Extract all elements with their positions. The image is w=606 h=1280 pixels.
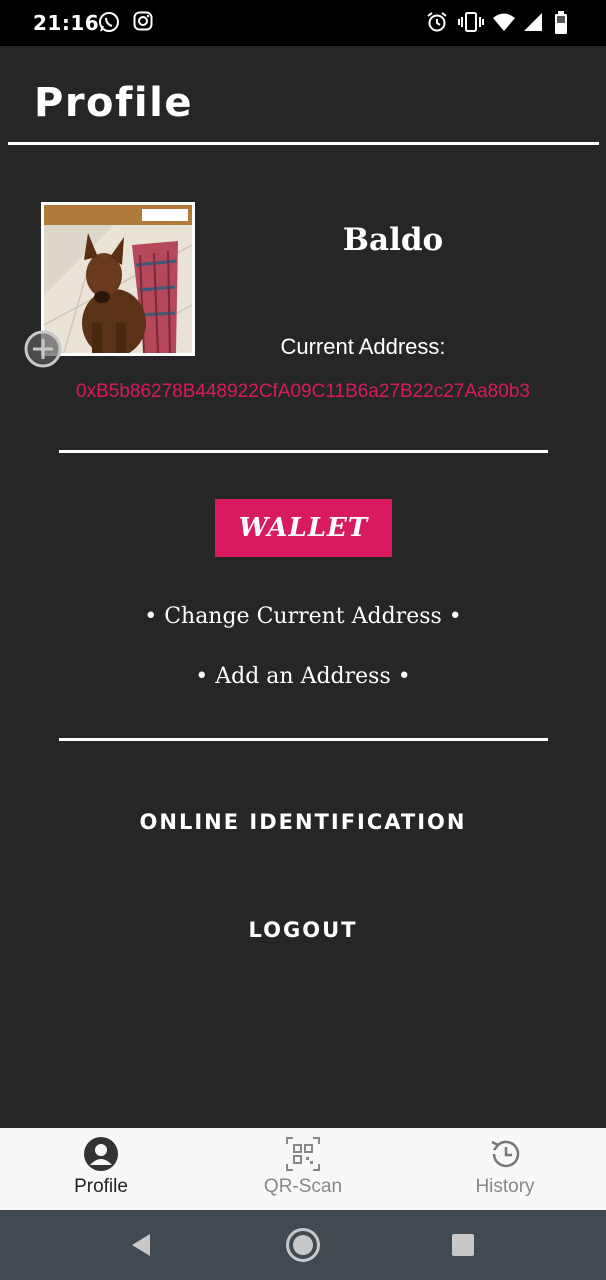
section-divider — [59, 738, 548, 741]
nav-item-profile[interactable]: Profile — [0, 1128, 202, 1210]
status-time: 21:16 — [33, 11, 100, 35]
bottom-navigation: Profile QR-Scan History — [0, 1128, 606, 1210]
nav-label-profile: Profile — [74, 1176, 128, 1197]
current-address-label: Current Address: — [280, 334, 446, 359]
online-identification-button[interactable]: ONLINE IDENTIFICATION — [0, 810, 606, 834]
system-navigation-bar — [0, 1210, 606, 1280]
section-divider — [59, 450, 548, 453]
current-address-value: 0xB5b86278B448922CfA09C11B6a27B22c27Aa80… — [76, 381, 530, 402]
recents-icon[interactable] — [452, 1234, 474, 1256]
status-bar: 21:16 — [0, 0, 606, 46]
nav-item-history[interactable]: History — [404, 1128, 606, 1210]
vibrate-icon — [458, 12, 484, 32]
history-icon — [491, 1140, 520, 1168]
signal-icon — [524, 13, 542, 31]
wallet-button[interactable]: WALLET — [215, 499, 392, 557]
header-divider — [8, 142, 599, 145]
page-title: Profile — [34, 80, 193, 126]
qr-code-icon — [286, 1137, 320, 1171]
nav-label-history: History — [475, 1176, 535, 1197]
instagram-icon — [133, 11, 153, 31]
alarm-icon — [427, 12, 447, 32]
wifi-icon — [493, 13, 515, 31]
back-icon[interactable] — [128, 1232, 154, 1258]
username: Baldo — [342, 222, 444, 258]
battery-icon — [555, 11, 567, 34]
nav-item-qr-scan[interactable]: QR-Scan — [202, 1128, 404, 1210]
avatar[interactable] — [41, 202, 195, 356]
nav-label-qr-scan: QR-Scan — [263, 1176, 343, 1197]
add-address-link[interactable]: • Add an Address • — [0, 664, 606, 689]
home-icon[interactable] — [285, 1227, 321, 1263]
logout-button[interactable]: LOGOUT — [0, 918, 606, 942]
add-photo-icon[interactable] — [24, 330, 62, 368]
person-icon — [84, 1137, 118, 1171]
whatsapp-icon — [99, 12, 119, 32]
avatar-photo — [44, 205, 192, 353]
change-current-address-link[interactable]: • Change Current Address • — [0, 604, 606, 629]
